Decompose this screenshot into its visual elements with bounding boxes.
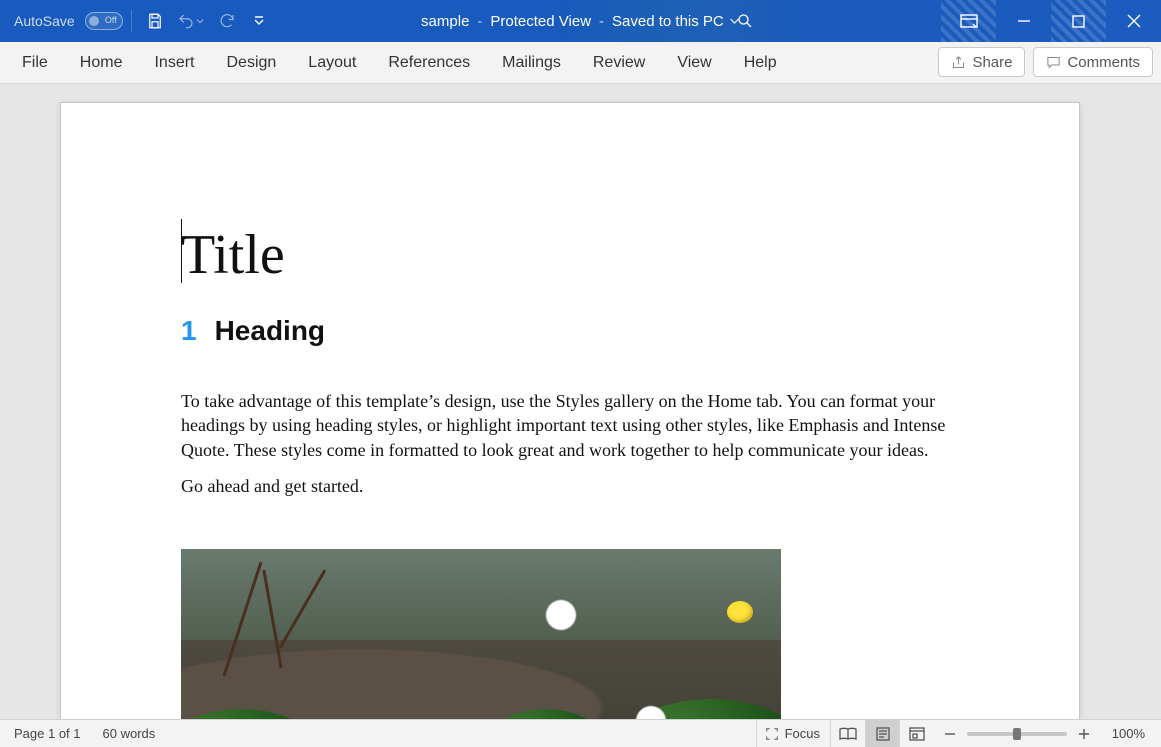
- tab-file[interactable]: File: [8, 42, 64, 84]
- text-cursor: [181, 219, 182, 283]
- share-icon: [951, 55, 966, 70]
- save-icon: [146, 12, 164, 30]
- print-layout-icon: [875, 727, 891, 741]
- status-left-group: Page 1 of 1 60 words: [0, 726, 155, 741]
- read-mode-icon: [839, 727, 857, 741]
- tab-mailings[interactable]: Mailings: [486, 42, 577, 84]
- divider: [131, 10, 132, 32]
- minimize-button[interactable]: [996, 0, 1051, 42]
- autosave-state: Off: [105, 15, 117, 25]
- redo-button[interactable]: [212, 5, 242, 37]
- plus-icon: [1078, 728, 1090, 740]
- document-title[interactable]: Title: [181, 223, 959, 287]
- window-controls: [941, 0, 1161, 42]
- status-right-group: Focus 100%: [756, 720, 1151, 747]
- document-page[interactable]: Title 1 Heading To take advantage of thi…: [60, 102, 1080, 719]
- print-layout-button[interactable]: [865, 720, 899, 747]
- comment-icon: [1046, 55, 1061, 70]
- body-paragraph-2[interactable]: Go ahead and get started.: [181, 476, 959, 497]
- saved-state-label: Saved to this PC: [612, 13, 724, 30]
- minus-icon: [944, 728, 956, 740]
- close-icon: [1127, 14, 1141, 28]
- tab-view[interactable]: View: [661, 42, 727, 84]
- web-layout-button[interactable]: [899, 720, 933, 747]
- zoom-out-button[interactable]: [941, 725, 959, 743]
- heading-number: 1: [181, 315, 197, 347]
- maximize-icon: [1072, 15, 1085, 28]
- focus-mode-button[interactable]: Focus: [756, 720, 831, 747]
- ribbon-display-options-button[interactable]: [941, 0, 996, 42]
- close-button[interactable]: [1106, 0, 1161, 42]
- toggle-knob: [89, 16, 99, 26]
- ribbon-right-group: Share Comments: [938, 47, 1153, 77]
- redo-icon: [218, 12, 236, 30]
- customize-qat-button[interactable]: [248, 5, 270, 37]
- zoom-percent[interactable]: 100%: [1101, 726, 1145, 741]
- body-paragraph-1[interactable]: To take advantage of this template’s des…: [181, 389, 959, 462]
- tab-design[interactable]: Design: [210, 42, 292, 84]
- zoom-slider-thumb[interactable]: [1013, 728, 1021, 740]
- word-count[interactable]: 60 words: [103, 726, 156, 741]
- title-separator: -: [599, 13, 604, 30]
- chevron-down-icon: [253, 15, 265, 27]
- comments-button[interactable]: Comments: [1033, 47, 1153, 77]
- document-image[interactable]: [181, 549, 781, 719]
- web-layout-icon: [909, 727, 925, 741]
- ribbon-tabs: File Home Insert Design Layout Reference…: [0, 42, 1161, 84]
- save-button[interactable]: [140, 5, 170, 37]
- share-label: Share: [972, 54, 1012, 71]
- document-name: sample: [421, 13, 469, 30]
- read-mode-button[interactable]: [831, 720, 865, 747]
- zoom-controls: 100%: [933, 725, 1151, 743]
- zoom-in-button[interactable]: [1075, 725, 1093, 743]
- heading-row[interactable]: 1 Heading: [181, 315, 959, 347]
- tab-review[interactable]: Review: [577, 42, 661, 84]
- undo-icon: [177, 12, 195, 30]
- protected-view-label: Protected View: [490, 13, 591, 30]
- autosave-label: AutoSave: [14, 13, 75, 29]
- tab-layout[interactable]: Layout: [292, 42, 372, 84]
- focus-label: Focus: [785, 726, 820, 741]
- zoom-slider[interactable]: [967, 732, 1067, 736]
- maximize-button[interactable]: [1051, 0, 1106, 42]
- tab-references[interactable]: References: [372, 42, 486, 84]
- search-button[interactable]: [715, 6, 775, 36]
- status-bar: Page 1 of 1 60 words Focus: [0, 719, 1161, 747]
- heading-text: Heading: [215, 315, 325, 347]
- autosave-toggle[interactable]: Off: [85, 12, 123, 30]
- comments-label: Comments: [1067, 54, 1140, 71]
- share-button[interactable]: Share: [938, 47, 1025, 77]
- document-canvas[interactable]: Title 1 Heading To take advantage of thi…: [0, 84, 1161, 719]
- document-title-text: Title: [181, 224, 285, 286]
- focus-icon: [765, 727, 779, 741]
- minimize-icon: [1017, 14, 1031, 28]
- search-icon: [736, 12, 754, 30]
- tab-help[interactable]: Help: [728, 42, 793, 84]
- undo-button[interactable]: [176, 5, 206, 37]
- window-title: sample - Protected View - Saved to this …: [421, 13, 740, 30]
- titlebar: AutoSave Off sample - Protected View - S…: [0, 0, 1161, 42]
- page-info[interactable]: Page 1 of 1: [14, 726, 81, 741]
- ribbon-display-icon: [960, 14, 978, 28]
- tab-home[interactable]: Home: [64, 42, 139, 84]
- tab-insert[interactable]: Insert: [138, 42, 210, 84]
- title-separator: -: [477, 13, 482, 30]
- quick-access-toolbar: AutoSave Off: [0, 5, 270, 37]
